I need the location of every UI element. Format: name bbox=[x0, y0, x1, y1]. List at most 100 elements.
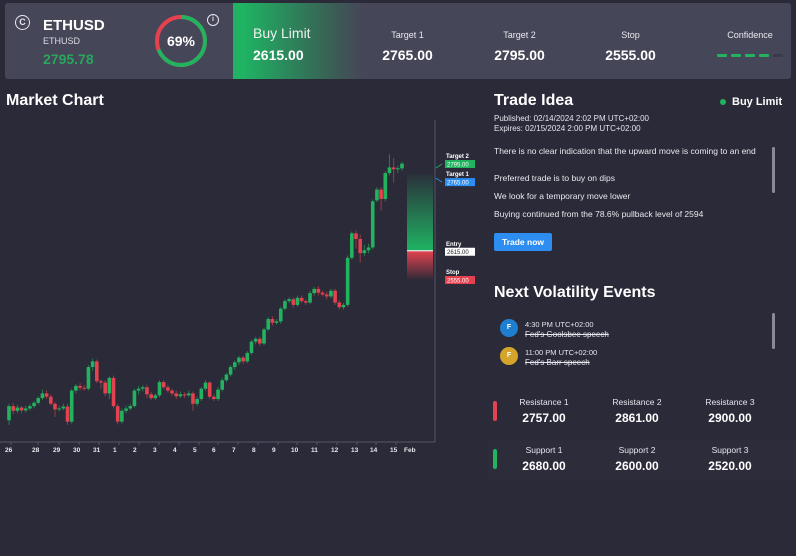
candle-body bbox=[157, 382, 162, 396]
stat-target-1: Target 1 2765.00 bbox=[360, 3, 455, 79]
expires-date: Expires: 02/15/2024 2:00 PM UTC+02:00 bbox=[494, 124, 641, 133]
candle-body bbox=[23, 408, 28, 411]
level-name: Target 1 bbox=[446, 172, 470, 178]
candle-body bbox=[94, 361, 99, 382]
support-indicator bbox=[493, 449, 497, 469]
trade-idea-title: Trade Idea bbox=[494, 92, 574, 109]
level-value: 2757.00 bbox=[522, 411, 566, 425]
x-tick-label: 15 bbox=[390, 447, 398, 454]
candle-body bbox=[320, 292, 325, 295]
candle-body bbox=[299, 297, 304, 302]
x-tick-label: 7 bbox=[232, 447, 236, 454]
candle-body bbox=[345, 257, 350, 305]
level-label: Support 3 bbox=[711, 445, 749, 455]
level-value: 2900.00 bbox=[708, 411, 752, 425]
symbol-subtitle: ETHUSD bbox=[43, 36, 81, 46]
candle-body bbox=[11, 406, 15, 411]
candle-body bbox=[203, 382, 208, 389]
support-3: Support 3 2520.00 bbox=[690, 445, 770, 473]
resistance-1: Resistance 1 2757.00 bbox=[504, 397, 584, 425]
candle-body bbox=[341, 304, 346, 308]
candle-body bbox=[249, 341, 254, 353]
x-tick-label: 9 bbox=[272, 447, 276, 454]
candle-body bbox=[329, 290, 333, 297]
candle-body bbox=[270, 319, 275, 323]
candle-body bbox=[383, 173, 388, 199]
level-label: Resistance 1 bbox=[519, 397, 569, 407]
copyright-icon: C bbox=[15, 15, 30, 30]
candle-body bbox=[278, 308, 283, 322]
level-label: Support 1 bbox=[525, 445, 563, 455]
candle-body bbox=[49, 396, 53, 404]
x-tick-label: 29 bbox=[53, 447, 61, 454]
candle-body bbox=[287, 299, 291, 302]
candle-body bbox=[128, 406, 133, 409]
level-connector bbox=[435, 163, 443, 169]
market-chart-title: Market Chart bbox=[6, 92, 104, 109]
profit-zone bbox=[407, 174, 433, 251]
candle-body bbox=[44, 393, 49, 397]
trade-badge: Buy Limit bbox=[720, 96, 782, 108]
event-avatar: F bbox=[500, 319, 518, 337]
idea-point: Buying continued from the 78.6% pullback… bbox=[494, 209, 704, 219]
candle-body bbox=[32, 402, 36, 407]
gauge-percent: 69% bbox=[166, 33, 196, 49]
stat-value: 2765.00 bbox=[382, 47, 433, 63]
order-panel: Buy Limit 2615.00 bbox=[233, 3, 363, 79]
candle-body bbox=[337, 302, 342, 308]
candle-body bbox=[366, 247, 371, 251]
candle-body bbox=[308, 293, 312, 303]
level-value: 2861.00 bbox=[615, 411, 659, 425]
x-tick-label: 26 bbox=[5, 447, 13, 454]
candle-body bbox=[19, 407, 24, 411]
candle-body bbox=[224, 374, 229, 381]
candle-body bbox=[391, 167, 396, 170]
stat-value: 2555.00 bbox=[605, 47, 656, 63]
candle-body bbox=[191, 393, 195, 404]
confidence-segment bbox=[745, 54, 755, 57]
event-avatar: F bbox=[500, 347, 518, 365]
candle-body bbox=[207, 382, 212, 397]
level-name: Stop bbox=[446, 270, 460, 276]
market-chart[interactable]: Target 2 2795.00 Target 1 2765.00 Entry 2615.… bbox=[0, 120, 480, 465]
candle-body bbox=[274, 321, 279, 323]
support-2: Support 2 2600.00 bbox=[597, 445, 677, 473]
candle-body bbox=[262, 329, 266, 344]
confidence-segment bbox=[759, 54, 769, 57]
candle-body bbox=[36, 398, 41, 403]
candle-body bbox=[7, 406, 11, 421]
x-tick-label: 11 bbox=[311, 447, 318, 454]
stat-value: 2795.00 bbox=[494, 47, 545, 63]
level-name: Entry bbox=[446, 242, 462, 248]
candle-body bbox=[291, 299, 296, 305]
x-tick-label: 10 bbox=[291, 447, 299, 454]
candle-body bbox=[149, 394, 153, 399]
candle-body bbox=[53, 403, 57, 410]
candle-body bbox=[253, 338, 258, 342]
x-tick-label: 1 bbox=[113, 447, 117, 454]
level-value: 2795.00 bbox=[447, 162, 469, 168]
candle-body bbox=[103, 382, 107, 394]
x-tick-label: 3 bbox=[153, 447, 157, 454]
level-value: 2765.00 bbox=[447, 180, 469, 186]
x-tick-label: 12 bbox=[331, 447, 339, 454]
candle-body bbox=[232, 362, 237, 368]
candle-body bbox=[333, 290, 337, 303]
stat-confidence: Confidence bbox=[705, 3, 791, 79]
candle-body bbox=[161, 382, 166, 388]
candle-body bbox=[237, 357, 241, 363]
volatility-scrollbar[interactable] bbox=[772, 313, 775, 349]
x-tick-label: Feb bbox=[404, 447, 416, 454]
candle-body bbox=[178, 394, 183, 397]
trade-now-button[interactable]: Trade now bbox=[494, 233, 552, 251]
candle-body bbox=[304, 301, 308, 303]
info-icon[interactable]: i bbox=[207, 14, 219, 26]
level-name: Target 2 bbox=[446, 154, 470, 160]
candle-body bbox=[136, 388, 141, 391]
candlestick-chart[interactable]: Target 2 2795.00 Target 1 2765.00 Entry 2615.… bbox=[0, 120, 480, 465]
trade-idea-scrollbar[interactable] bbox=[772, 147, 775, 193]
resistance-2: Resistance 2 2861.00 bbox=[597, 397, 677, 425]
candle-body bbox=[195, 399, 199, 404]
confidence-segment bbox=[717, 54, 727, 57]
x-tick-label: 4 bbox=[173, 447, 177, 454]
